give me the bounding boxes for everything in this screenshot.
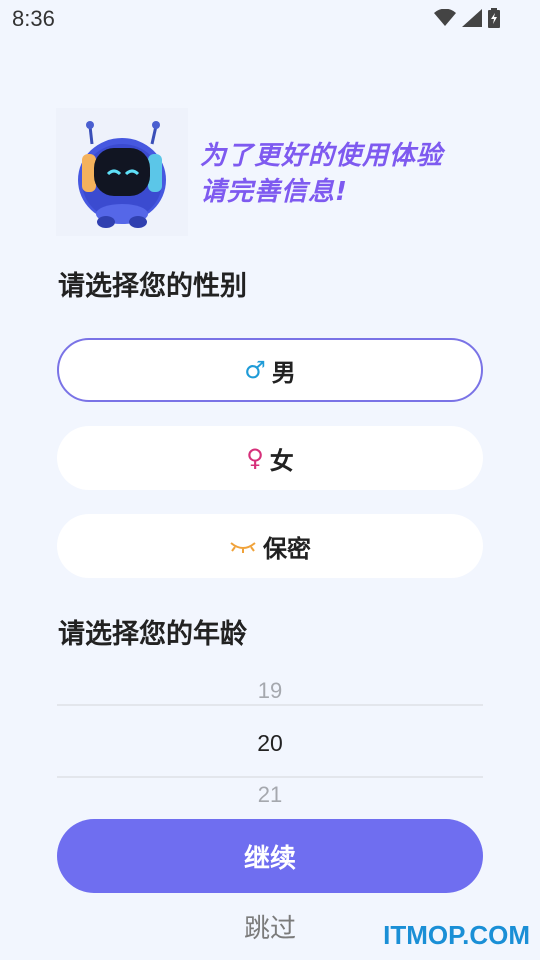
status-icons (434, 8, 500, 28)
status-bar: 8:36 (0, 0, 540, 40)
gender-option-male[interactable]: ♂ 男 (57, 338, 483, 402)
gender-section-title: 请选择您的性别 (58, 271, 247, 302)
gender-option-label: 保密 (263, 534, 311, 563)
gender-option-label: 男 (271, 358, 296, 387)
age-option-selected[interactable]: 20 (57, 730, 483, 757)
picker-divider-bottom (57, 776, 483, 778)
age-section-title: 请选择您的年龄 (58, 619, 247, 650)
promo-line-2: 请完善信息! (200, 177, 348, 207)
closed-eye-icon (229, 538, 257, 554)
robot-mascot (56, 108, 188, 236)
signal-icon (462, 9, 482, 27)
picker-divider-top (57, 704, 483, 706)
promo-text: 为了更好的使用体验 请完善信息! (200, 138, 443, 210)
battery-charging-icon (488, 8, 500, 28)
female-icon: ♀ (246, 444, 264, 472)
gender-option-label: 女 (269, 446, 294, 475)
gender-option-secret[interactable]: 保密 (57, 514, 483, 578)
promo-line-1: 为了更好的使用体验 (200, 141, 444, 171)
watermark: ITMOP.COM (383, 920, 530, 950)
status-time: 8:36 (12, 6, 55, 31)
male-icon: ♂ (244, 356, 266, 384)
age-picker[interactable]: 19 20 21 (57, 672, 483, 810)
age-option-next[interactable]: 21 (57, 782, 483, 808)
age-option-prev[interactable]: 19 (57, 678, 483, 704)
gender-option-female[interactable]: ♀ 女 (57, 426, 483, 490)
wifi-icon (434, 9, 456, 26)
continue-button[interactable]: 继续 (57, 819, 483, 893)
